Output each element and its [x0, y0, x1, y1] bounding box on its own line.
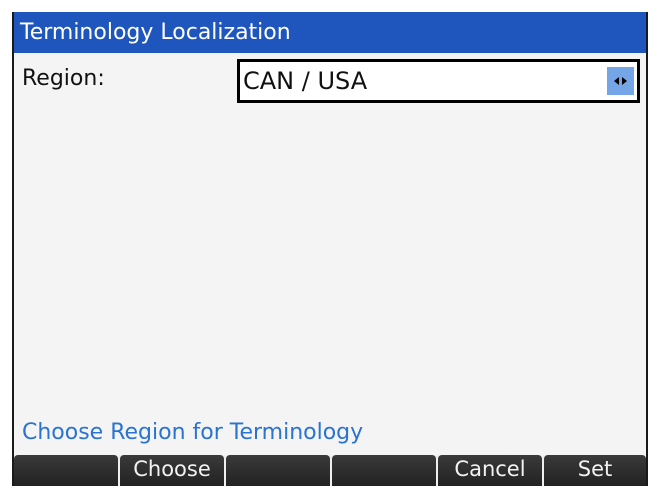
softkey-bar: Choose Cancel Set	[14, 455, 646, 486]
choose-button[interactable]: Choose	[120, 455, 224, 486]
calculator-screen: Terminology Localization Region: CAN / U…	[12, 12, 648, 486]
set-button[interactable]: Set	[544, 455, 646, 486]
region-select[interactable]: CAN / USA	[237, 59, 640, 103]
region-value: CAN / USA	[243, 67, 368, 95]
softkey-1[interactable]	[14, 455, 118, 486]
softkey-4[interactable]	[332, 455, 436, 486]
cancel-button[interactable]: Cancel	[438, 455, 542, 486]
left-right-arrows-icon[interactable]	[607, 67, 634, 95]
region-row: Region: CAN / USA	[14, 53, 646, 109]
softkey-3[interactable]	[226, 455, 330, 486]
status-hint: Choose Region for Terminology	[22, 420, 364, 445]
page-title: Terminology Localization	[14, 12, 646, 53]
region-label: Region:	[22, 66, 105, 91]
